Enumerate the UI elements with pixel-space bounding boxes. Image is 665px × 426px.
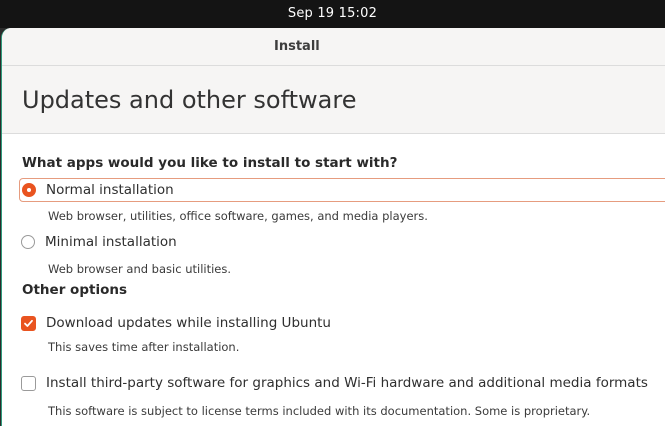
download-updates-checkbox[interactable]: Download updates while installing Ubuntu (20, 312, 331, 334)
download-updates-description: This saves time after installation. (48, 340, 240, 354)
minimal-installation-label[interactable]: Minimal installation (45, 234, 177, 250)
normal-installation-label[interactable]: Normal installation (46, 182, 174, 198)
third-party-software-label[interactable]: Install third-party software for graphic… (46, 375, 648, 391)
other-options-title: Other options (22, 282, 127, 298)
third-party-software-description: This software is subject to license term… (48, 404, 591, 418)
normal-installation-description: Web browser, utilities, office software,… (48, 209, 428, 223)
title-bar[interactable]: Install (2, 28, 665, 66)
download-updates-label[interactable]: Download updates while installing Ubuntu (46, 315, 331, 331)
window-title: Install (274, 39, 320, 54)
page-header: Updates and other software (2, 66, 665, 134)
minimal-installation-radio[interactable]: Minimal installation (20, 231, 177, 253)
clock[interactable]: Sep 19 15:02 (0, 6, 665, 21)
checkbox-checked[interactable] (21, 315, 36, 331)
install-question: What apps would you like to install to s… (22, 155, 398, 171)
normal-installation-radio[interactable]: Normal installation (19, 178, 665, 202)
third-party-software-checkbox[interactable]: Install third-party software for graphic… (20, 372, 648, 394)
radio-selected-icon[interactable] (22, 183, 36, 197)
checkbox-unchecked[interactable] (21, 375, 36, 391)
page-title: Updates and other software (22, 86, 357, 114)
check-mark-icon (24, 319, 33, 327)
minimal-installation-description: Web browser and basic utilities. (48, 262, 232, 276)
radio-unselected-icon[interactable] (21, 235, 35, 249)
installer-window: Install Updates and other software What … (1, 28, 665, 426)
top-bar: Sep 19 15:02 (0, 0, 665, 28)
